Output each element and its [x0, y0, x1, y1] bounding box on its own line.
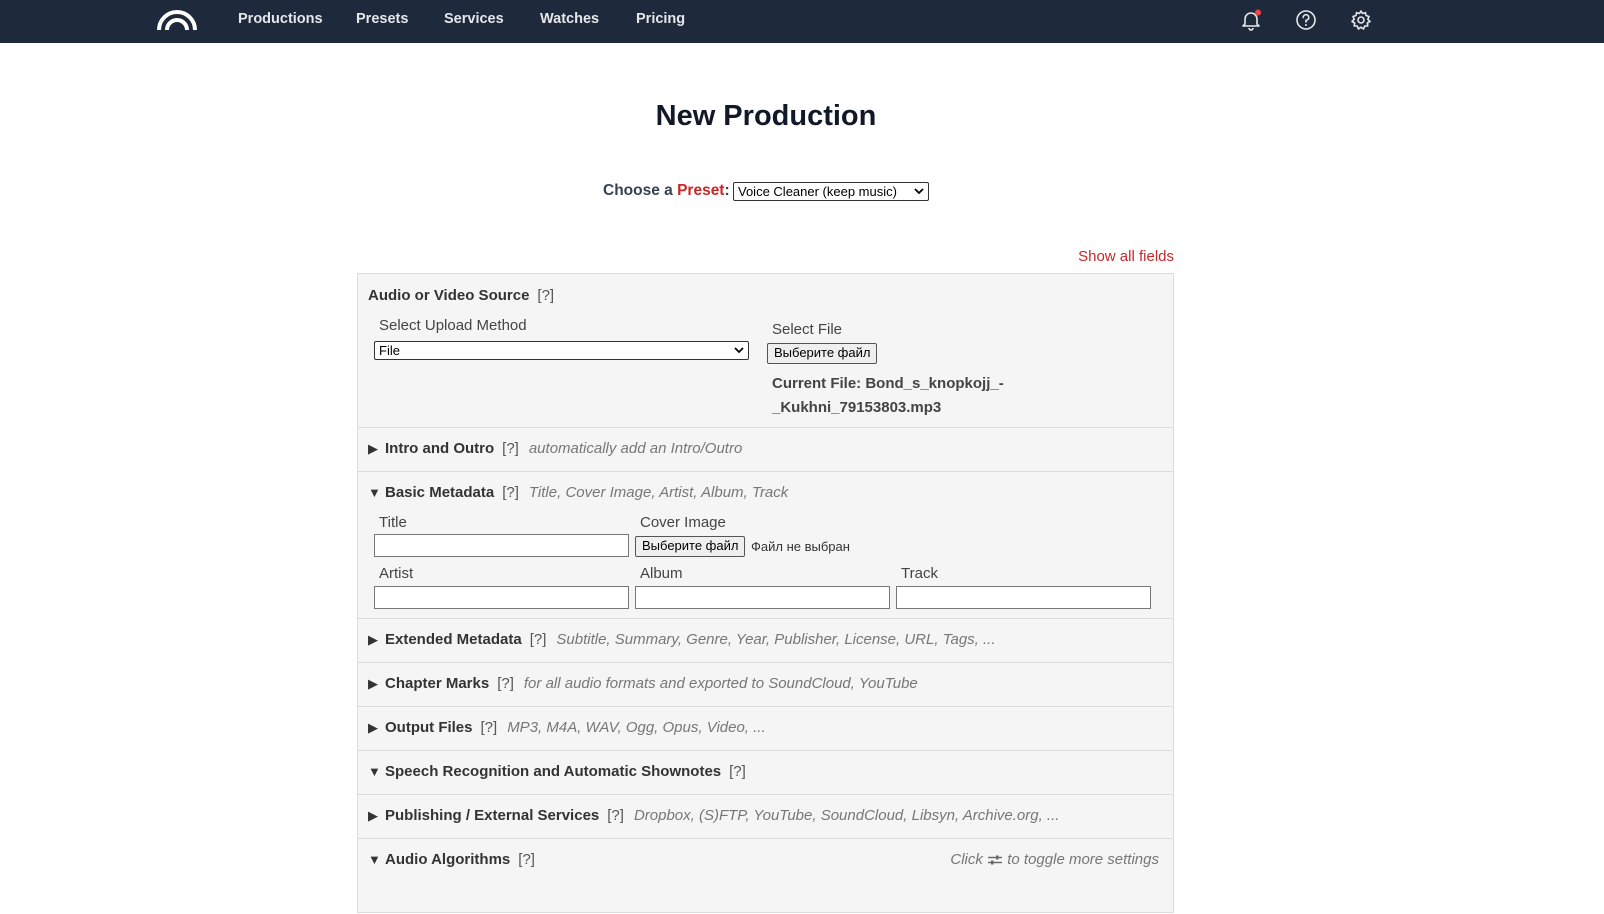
section-source-header: Audio or Video Source [?]: [368, 287, 554, 304]
chevron-down-icon: [914, 188, 924, 195]
section-chapters-header[interactable]: ▶ Chapter Marks [?] for all audio formats a…: [368, 675, 918, 692]
gear-icon[interactable]: [1350, 9, 1372, 31]
section-intro-header[interactable]: ▶ Intro and Outro [?] automatically add an …: [368, 440, 742, 457]
intro-description: automatically add an Intro/Outro: [528, 440, 743, 457]
extended-help-link[interactable]: [?]: [530, 631, 547, 648]
album-field-label: Album: [640, 565, 683, 582]
help-circle-icon[interactable]: [1295, 9, 1317, 31]
section-speech-recognition[interactable]: ▼ Speech Recognition and Automatic Showno…: [358, 751, 1173, 795]
track-input[interactable]: [896, 586, 1151, 609]
expanded-arrow-icon: ▼: [368, 485, 381, 500]
nav-services[interactable]: Services: [444, 11, 504, 27]
collapsed-arrow-icon: ▶: [368, 441, 378, 456]
output-description: MP3, M4A, WAV, Ogg, Opus, Video, ...: [507, 719, 766, 736]
select-file-label: Select File: [772, 321, 843, 338]
show-all-fields-link[interactable]: Show all fields: [1078, 248, 1174, 265]
section-publishing-title[interactable]: Publishing / External Services: [385, 807, 599, 824]
section-source: Audio or Video Source [?] Select Upload M…: [358, 274, 1173, 428]
cover-image-status: Файл не выбран: [751, 539, 850, 554]
section-publishing[interactable]: ▶ Publishing / External Services [?] Dropbo…: [358, 795, 1173, 839]
artist-field-label: Artist: [379, 565, 414, 582]
chevron-down-icon: [734, 347, 744, 354]
collapsed-arrow-icon: ▶: [368, 632, 378, 647]
section-extended-title[interactable]: Extended Metadata: [385, 631, 522, 648]
upload-method-label: Select Upload Method: [379, 317, 527, 334]
section-chapters-title[interactable]: Chapter Marks: [385, 675, 489, 692]
current-file-text: Current File: Bond_s_knopkojj_-_Kukhni_7…: [772, 375, 1004, 416]
section-output-files[interactable]: ▶ Output Files [?] MP3, M4A, WAV, Ogg, Opus…: [358, 707, 1173, 751]
chapters-description: for all audio formats and exported to So…: [523, 675, 918, 692]
algorithms-help-link[interactable]: [?]: [518, 851, 535, 868]
publishing-description: Dropbox, (S)FTP, YouTube, SoundCloud, Li…: [633, 807, 1060, 824]
basic-description: Title, Cover Image, Artist, Album, Track: [528, 484, 789, 501]
source-file-button[interactable]: Выберите файл: [767, 343, 878, 364]
section-chapter-marks[interactable]: ▶ Chapter Marks [?] for all audio formats a…: [358, 663, 1173, 707]
publishing-help-link[interactable]: [?]: [607, 807, 624, 824]
logo-icon[interactable]: [157, 9, 197, 31]
section-audio-algorithms: ▼ Audio Algorithms [?] Click to toggle mor…: [358, 839, 1173, 914]
album-input[interactable]: [635, 586, 890, 609]
nav-productions[interactable]: Productions: [238, 11, 323, 27]
section-intro-outro[interactable]: ▶ Intro and Outro [?] automatically add an …: [358, 428, 1173, 472]
preset-label-word: Preset: [677, 182, 725, 199]
section-algorithms-title[interactable]: Audio Algorithms: [385, 851, 510, 868]
title-input[interactable]: [374, 534, 629, 557]
algorithms-hint-before: Click: [950, 851, 983, 868]
algorithms-hint-after: to toggle more settings: [1007, 851, 1159, 868]
bell-icon[interactable]: [1240, 9, 1262, 31]
production-form-panel: Audio or Video Source [?] Select Upload M…: [357, 273, 1174, 913]
section-output-title[interactable]: Output Files: [385, 719, 473, 736]
section-extended-header[interactable]: ▶ Extended Metadata [?] Subtitle, Summary, …: [368, 631, 996, 648]
preset-label: Choose a Preset:: [603, 182, 730, 200]
output-help-link[interactable]: [?]: [481, 719, 498, 736]
section-algorithms-header[interactable]: ▼ Audio Algorithms [?]: [368, 851, 535, 868]
section-basic-metadata: ▼ Basic Metadata [?] Title, Cover Image, Ar…: [358, 472, 1173, 619]
collapsed-arrow-icon: ▶: [368, 720, 378, 735]
section-extended-metadata[interactable]: ▶ Extended Metadata [?] Subtitle, Summary, …: [358, 619, 1173, 663]
notification-dot: [1255, 9, 1261, 16]
section-basic-title[interactable]: Basic Metadata: [385, 484, 494, 501]
section-intro-title[interactable]: Intro and Outro: [385, 440, 494, 457]
section-publishing-header[interactable]: ▶ Publishing / External Services [?] Dropbo…: [368, 807, 1059, 824]
cover-image-label: Cover Image: [640, 514, 726, 531]
expanded-arrow-icon: ▼: [368, 764, 381, 779]
cover-image-file-button[interactable]: Выберите файл: [635, 536, 746, 557]
section-basic-header[interactable]: ▼ Basic Metadata [?] Title, Cover Image, Ar…: [368, 484, 788, 501]
preset-select[interactable]: Voice Cleaner (keep music): [733, 182, 929, 201]
track-field-label: Track: [901, 565, 938, 582]
preset-label-colon: :: [724, 182, 730, 199]
nav-pricing[interactable]: Pricing: [636, 11, 685, 27]
upload-method-select[interactable]: File: [374, 341, 749, 360]
expanded-arrow-icon: ▼: [368, 852, 381, 867]
collapsed-arrow-icon: ▶: [368, 808, 378, 823]
collapsed-arrow-icon: ▶: [368, 676, 378, 691]
section-source-title: Audio or Video Source: [368, 287, 530, 304]
top-nav-bar: Productions Presets Services Watches Pri…: [0, 0, 1604, 43]
algorithms-toggle-hint: Click to toggle more settings: [950, 851, 1159, 868]
speech-help-link[interactable]: [?]: [729, 763, 746, 780]
title-field-label: Title: [379, 514, 407, 531]
preset-label-prefix: Choose a: [603, 182, 673, 199]
basic-help-link[interactable]: [?]: [502, 484, 519, 501]
chapters-help-link[interactable]: [?]: [497, 675, 514, 692]
intro-help-link[interactable]: [?]: [502, 440, 519, 457]
preset-select-value: Voice Cleaner (keep music): [738, 184, 897, 199]
upload-method-value: File: [379, 343, 400, 358]
nav-watches[interactable]: Watches: [540, 11, 599, 27]
section-speech-title[interactable]: Speech Recognition and Automatic Shownot…: [385, 763, 721, 780]
extended-description: Subtitle, Summary, Genre, Year, Publishe…: [556, 631, 996, 648]
source-help-link[interactable]: [?]: [537, 287, 554, 304]
page-title: New Production: [655, 100, 877, 132]
section-output-header[interactable]: ▶ Output Files [?] MP3, M4A, WAV, Ogg, Opus…: [368, 719, 766, 736]
artist-input[interactable]: [374, 586, 629, 609]
section-speech-header[interactable]: ▼ Speech Recognition and Automatic Showno…: [368, 763, 746, 780]
sliders-icon[interactable]: [987, 854, 1003, 866]
nav-presets[interactable]: Presets: [356, 11, 408, 27]
